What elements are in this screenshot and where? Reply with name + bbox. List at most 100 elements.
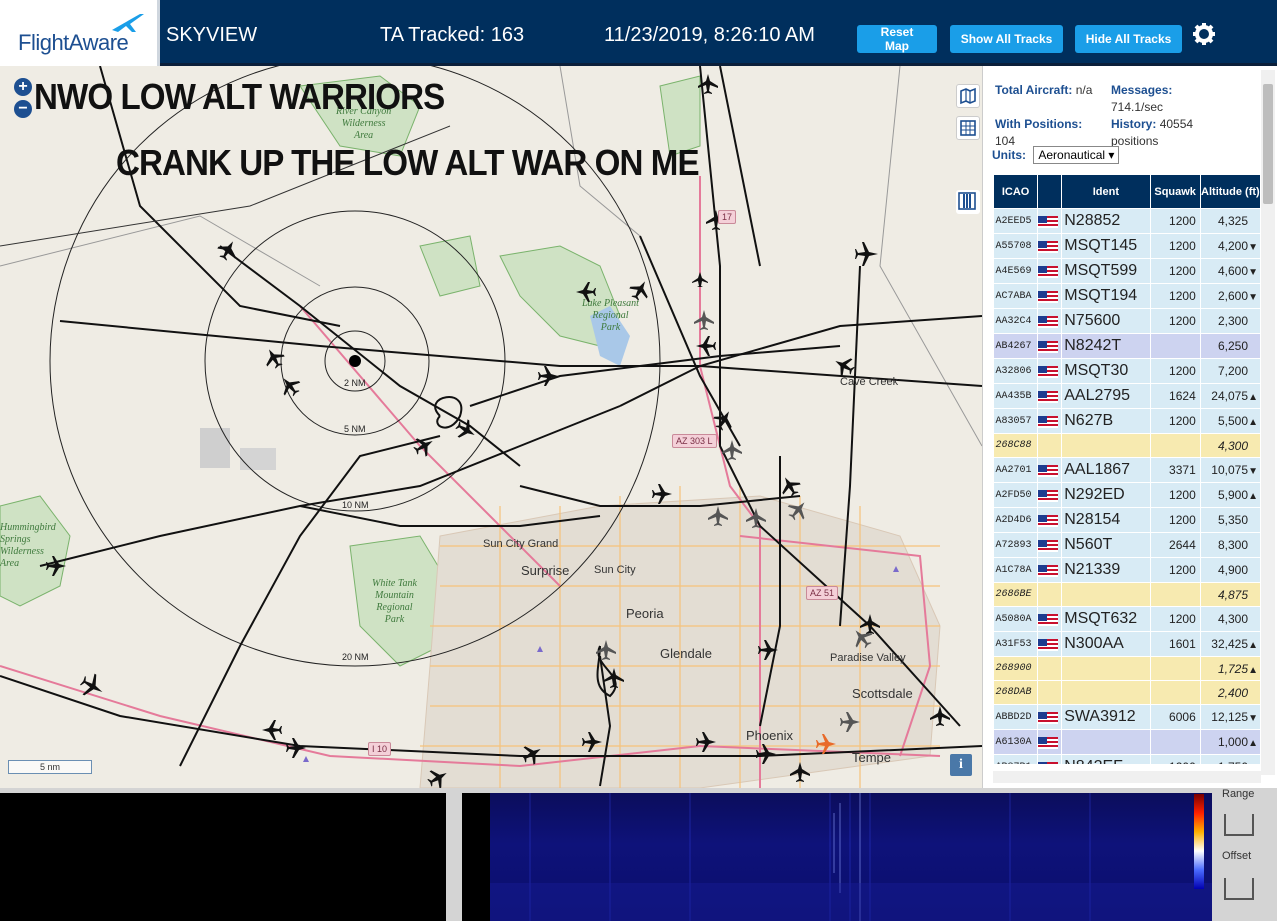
cell-flag — [1037, 233, 1063, 259]
altitude-trend-icon: ▲ — [1248, 491, 1258, 502]
sidebar-hscrollbar[interactable] — [993, 771, 1261, 783]
info-button[interactable]: i — [950, 754, 972, 776]
cell-altitude: 6,250 — [1200, 333, 1261, 359]
col-header-flag[interactable] — [1037, 174, 1063, 209]
altitude-value: 10,075 — [1211, 463, 1248, 477]
table-row[interactable]: AB4267 N8242T 6,250 — [993, 333, 1261, 359]
range-slider[interactable] — [1224, 814, 1254, 836]
table-row[interactable]: AC7ABA MSQT194 1200 2,600▼ — [993, 283, 1261, 309]
cell-icao: A4E569 — [993, 258, 1039, 284]
hide-all-tracks-button[interactable]: Hide All Tracks — [1075, 25, 1182, 53]
park-label-hummingbird: Hummingbird Springs Wilderness Area — [0, 522, 56, 569]
cell-altitude: 4,300 — [1200, 433, 1261, 458]
map-icon — [960, 87, 976, 105]
scrollbar-thumb[interactable] — [1263, 84, 1273, 204]
altitude-value: 32,425 — [1211, 637, 1248, 651]
table-row[interactable]: 2686BE 4,875 — [993, 582, 1261, 607]
table-row[interactable]: A4E569 MSQT599 1200 4,600▼ — [993, 258, 1261, 284]
table-row[interactable]: A2D4D6 N28154 1200 5,350 — [993, 507, 1261, 533]
cell-altitude: 7,200 — [1200, 358, 1261, 384]
zoom-out-button[interactable]: − — [14, 100, 32, 118]
cell-flag — [1037, 656, 1063, 681]
map-grid-button[interactable] — [956, 116, 980, 140]
us-flag-icon — [1038, 514, 1059, 527]
cell-ident: N28154 — [1061, 507, 1151, 533]
cell-flag — [1037, 754, 1063, 764]
table-row[interactable]: 268DAB 2,400 — [993, 680, 1261, 705]
ring-label-5nm: 5 NM — [344, 424, 366, 434]
table-row[interactable]: ABBD2D SWA3912 6006 12,125▼ — [993, 704, 1261, 730]
table-row[interactable]: A31F53 N300AA 1601 32,425▲ — [993, 631, 1261, 657]
cell-ident: N75600 — [1061, 308, 1151, 334]
toggle-sidebar-button[interactable] — [956, 190, 980, 214]
col-header-altitude[interactable]: Altitude (ft) — [1199, 174, 1261, 209]
table-row[interactable]: A55708 MSQT145 1200 4,200▼ — [993, 233, 1261, 259]
col-header-squawk[interactable]: Squawk — [1149, 174, 1201, 209]
show-all-tracks-button[interactable]: Show All Tracks — [950, 25, 1063, 53]
altitude-value: 2,400 — [1217, 685, 1248, 700]
altitude-value: 1,000 — [1217, 735, 1248, 749]
cell-icao: A32806 — [993, 358, 1039, 384]
cell-squawk — [1150, 729, 1201, 755]
stats-block: Total Aircraft: n/a Messages: 714.1/sec … — [995, 82, 1255, 150]
cell-altitude: 5,350 — [1200, 507, 1261, 533]
altitude-trend-icon: ▼ — [1248, 267, 1258, 278]
altitude-trend-icon: ▲ — [1248, 640, 1258, 651]
table-row[interactable]: 268C88 4,300 — [993, 433, 1261, 458]
cell-flag — [1037, 606, 1063, 632]
highway-shield-az303: AZ 303 L — [672, 434, 717, 448]
us-flag-icon — [1038, 315, 1059, 328]
messages-label: Messages: — [1111, 83, 1173, 97]
table-row[interactable]: A83057 N627B 1200 5,500▲ — [993, 408, 1261, 434]
cell-ident: N300AA — [1061, 631, 1151, 657]
aircraft-table-wrap[interactable]: ICAO Ident Squawk Altitude (ft) A2EED5 N2… — [993, 174, 1261, 764]
altitude-value: 4,875 — [1217, 587, 1248, 602]
map-view[interactable]: River Canyon Wilderness Area Lake Pleasant… — [0, 66, 982, 788]
offset-slider[interactable] — [1224, 878, 1254, 900]
app-title: SKYVIEW — [166, 24, 258, 46]
table-row[interactable]: A5080A MSQT632 1200 4,300 — [993, 606, 1261, 632]
reset-map-button[interactable]: Reset Map — [857, 25, 937, 53]
table-row[interactable]: AA2701 AAL1867 3371 10,075▼ — [993, 457, 1261, 483]
table-row[interactable]: A72893 N560T 2644 8,300 — [993, 532, 1261, 558]
map-layers-button[interactable] — [956, 84, 980, 108]
columns-icon — [958, 192, 976, 210]
bottom-panel: Range Offset — [0, 788, 1277, 921]
altitude-trend-icon: ▼ — [1248, 466, 1258, 477]
cell-icao: A2FD50 — [993, 482, 1039, 508]
sidebar-scrollbar[interactable] — [1261, 70, 1275, 775]
us-flag-icon — [1038, 365, 1059, 378]
table-row[interactable]: A1C78A N21339 1200 4,900 — [993, 557, 1261, 583]
flightaware-logo[interactable]: FlightAware — [0, 0, 160, 66]
altitude-trend-icon: ▲ — [1248, 417, 1258, 428]
cell-icao: A2EED5 — [993, 208, 1039, 234]
cell-flag — [1037, 532, 1063, 558]
table-row[interactable]: A32806 MSQT30 1200 7,200 — [993, 358, 1261, 384]
cell-ident — [1061, 582, 1151, 607]
cell-icao: A55708 — [993, 233, 1039, 259]
cell-altitude: 2,400 — [1200, 680, 1261, 705]
table-row[interactable]: AA435B AAL2795 1624 24,075▲ — [993, 383, 1261, 409]
us-flag-icon — [1038, 489, 1059, 502]
audio-panel — [0, 793, 446, 921]
us-flag-icon — [1038, 564, 1059, 577]
gear-icon[interactable] — [1192, 22, 1216, 46]
zoom-in-button[interactable]: + — [14, 78, 32, 96]
table-row[interactable]: A2FD50 N292ED 1200 5,900▲ — [993, 482, 1261, 508]
units-selected-value: Aeronautical — [1038, 148, 1106, 162]
cell-squawk — [1150, 433, 1201, 458]
col-header-icao[interactable]: ICAO — [993, 174, 1039, 209]
col-header-ident[interactable]: Ident — [1061, 174, 1151, 209]
table-row[interactable]: AA32C4 N75600 1200 2,300 — [993, 308, 1261, 334]
table-row[interactable]: 268900 1,725▲ — [993, 656, 1261, 681]
table-row[interactable]: A2EED5 N28852 1200 4,325 — [993, 208, 1261, 234]
cell-icao: AA435B — [993, 383, 1039, 409]
cell-flag — [1037, 283, 1063, 309]
table-row[interactable]: AB87B1N842EF12001,750▼ — [993, 754, 1261, 764]
table-row[interactable]: A6130A 1,000▲ — [993, 729, 1261, 755]
units-select[interactable]: Aeronautical ▾ — [1033, 146, 1120, 164]
cell-flag — [1037, 680, 1063, 705]
altitude-value: 8,300 — [1217, 538, 1248, 552]
altitude-value: 4,900 — [1217, 563, 1248, 577]
altitude-value: 1,725 — [1217, 661, 1248, 676]
